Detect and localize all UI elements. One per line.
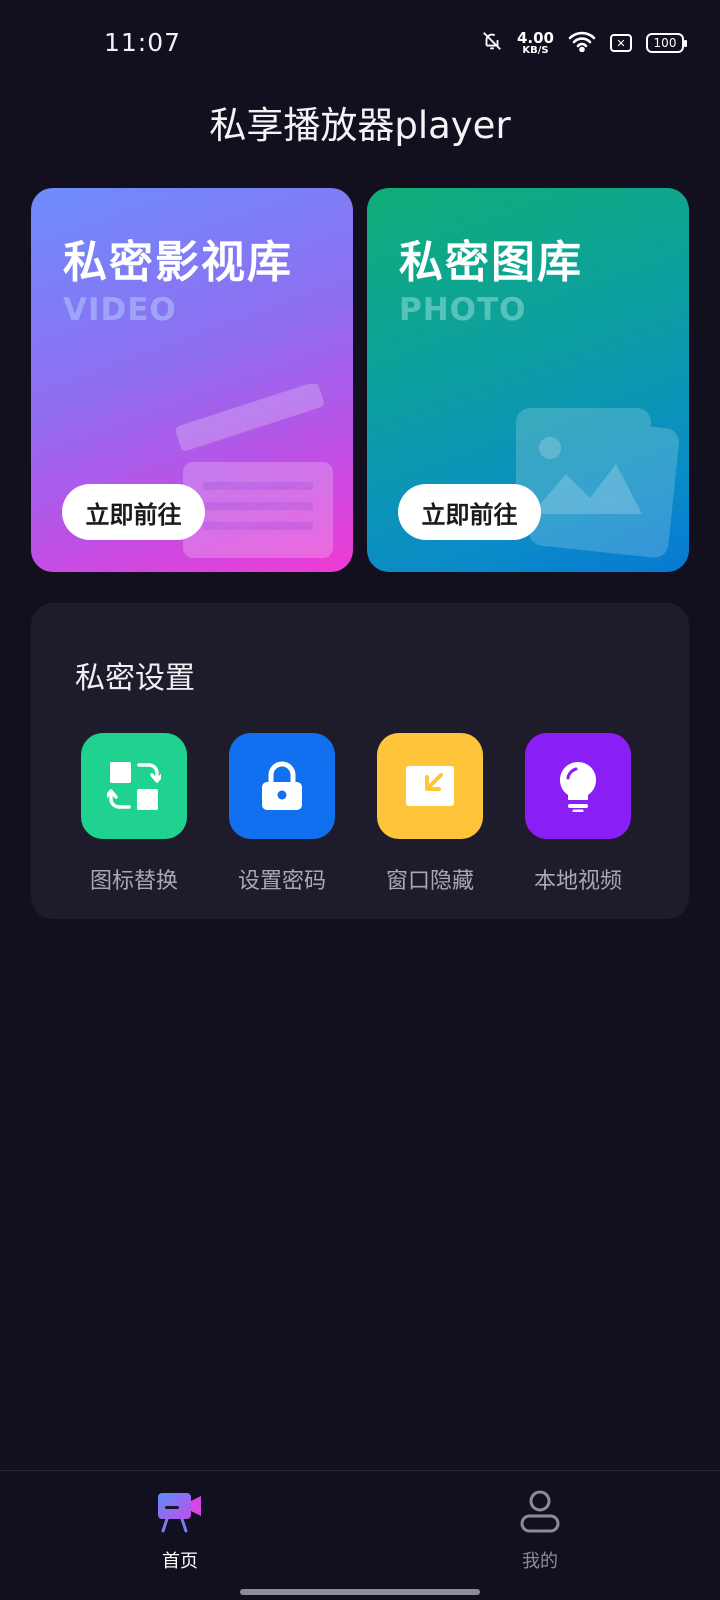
video-card-title: 私密影视库	[63, 237, 293, 288]
bulb-icon[interactable]	[525, 733, 631, 839]
app-screen: 11:07 4.00 KB/S ✕ 100 私享播放器player 私密影视库 …	[0, 0, 720, 1600]
swap-icon[interactable]	[81, 733, 187, 839]
bell-off-icon	[481, 30, 503, 56]
photo-card-subtitle: PHOTO	[399, 292, 527, 328]
nav-home-label: 首页	[162, 1551, 198, 1572]
status-time: 11:07	[104, 28, 182, 57]
nav-mine-label: 我的	[522, 1551, 558, 1572]
net-speed-value: 4.00	[516, 28, 554, 47]
photo-card-title: 私密图库	[399, 237, 583, 288]
window-hide-item[interactable]: 窗口隐藏	[377, 733, 483, 895]
battery-icon: 100	[646, 33, 687, 53]
net-speed: 4.00 KB/S	[516, 28, 554, 56]
local-video-label: 本地视频	[533, 869, 622, 894]
local-video-item[interactable]: 本地视频	[525, 733, 631, 895]
video-card-subtitle: VIDEO	[63, 292, 177, 328]
settings-title: 私密设置	[75, 661, 195, 696]
private-settings-panel: 私密设置 图标替换 设置密码 窗口隐藏 本地视频	[31, 603, 689, 919]
page-title: 私享播放器player	[209, 104, 511, 147]
user-icon	[480, 1487, 600, 1537]
nav-home[interactable]: 首页	[120, 1487, 240, 1573]
icon-replace-label: 图标替换	[89, 869, 178, 894]
clapperboard-icon	[163, 382, 343, 568]
photo-go-button[interactable]: 立即前往	[398, 484, 541, 540]
minimize-window-icon[interactable]	[377, 733, 483, 839]
window-hide-label: 窗口隐藏	[385, 869, 474, 894]
battery-level: 100	[653, 36, 677, 50]
video-go-button[interactable]: 立即前往	[62, 484, 205, 540]
status-bar: 11:07 4.00 KB/S ✕ 100	[0, 0, 720, 90]
set-password-item[interactable]: 设置密码	[229, 733, 335, 895]
gallery-icon	[504, 394, 680, 568]
wifi-icon	[568, 30, 596, 56]
photo-library-card[interactable]: 私密图库 PHOTO 立即前往	[367, 188, 689, 572]
lock-icon[interactable]	[229, 733, 335, 839]
net-speed-unit: KB/S	[522, 44, 549, 56]
video-camera-icon	[120, 1487, 240, 1537]
status-icons: 4.00 KB/S ✕ 100	[481, 28, 687, 56]
bottom-nav: 首页 我的	[0, 1470, 720, 1600]
home-indicator[interactable]	[240, 1589, 480, 1595]
video-library-card[interactable]: 私密影视库 VIDEO 立即前往	[31, 188, 353, 572]
nav-mine[interactable]: 我的	[480, 1487, 600, 1573]
set-password-label: 设置密码	[237, 869, 326, 894]
sim-off-icon: ✕	[610, 34, 632, 52]
icon-replace-item[interactable]: 图标替换	[81, 733, 187, 895]
